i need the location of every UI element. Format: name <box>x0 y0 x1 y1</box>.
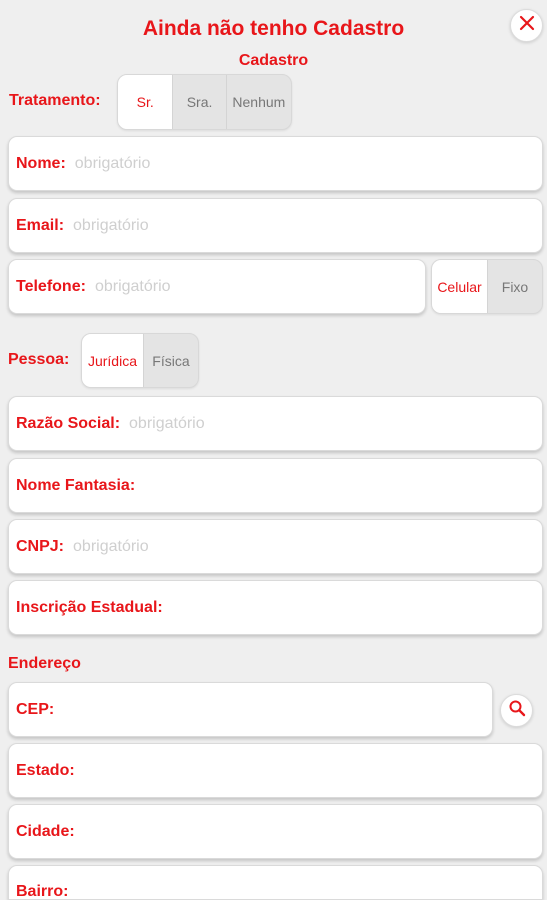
pessoa-option-juridica[interactable]: Jurídica <box>82 334 143 387</box>
page-title: Ainda não tenho Cadastro <box>142 17 405 40</box>
telefone-type-selector: Celular Fixo <box>431 259 543 314</box>
bairro-input[interactable] <box>77 881 542 899</box>
tratamento-option-nenhum[interactable]: Nenhum <box>225 75 291 129</box>
tratamento-option-sra[interactable]: Sra. <box>172 75 225 129</box>
endereco-heading: Endereço <box>8 655 81 672</box>
inscricao-estadual-input[interactable] <box>171 598 542 617</box>
pessoa-selector: Jurídica Física <box>81 333 199 388</box>
cnpj-input[interactable] <box>73 537 542 556</box>
bairro-label: Bairro: <box>16 883 69 900</box>
cnpj-field[interactable]: CNPJ: <box>8 519 543 574</box>
close-icon <box>519 15 535 36</box>
bairro-field[interactable]: Bairro: <box>8 865 543 900</box>
telefone-input[interactable] <box>94 277 425 296</box>
tratamento-option-sr[interactable]: Sr. <box>118 75 173 129</box>
telefone-field[interactable]: Telefone: <box>8 259 426 314</box>
nome-label: Nome: <box>16 154 66 172</box>
razao-social-input[interactable] <box>129 414 542 433</box>
cidade-input[interactable] <box>83 822 542 841</box>
estado-input[interactable] <box>83 761 542 780</box>
pessoa-label: Pessoa: <box>8 351 70 368</box>
cidade-label: Cidade: <box>16 822 75 840</box>
telefone-type-fixo[interactable]: Fixo <box>486 260 542 313</box>
telefone-label: Telefone: <box>16 277 86 295</box>
estado-label: Estado: <box>16 761 75 779</box>
nome-fantasia-label: Nome Fantasia: <box>16 476 136 494</box>
cep-field[interactable]: CEP: <box>8 682 493 737</box>
razao-social-field[interactable]: Razão Social: <box>8 396 543 451</box>
nome-fantasia-field[interactable]: Nome Fantasia: <box>8 458 543 513</box>
cep-search-button[interactable] <box>500 694 533 727</box>
nome-field[interactable]: Nome: <box>8 136 543 191</box>
page-subtitle: Cadastro <box>238 52 309 69</box>
search-icon <box>508 699 526 722</box>
email-input[interactable] <box>73 216 542 235</box>
tratamento-label: Tratamento: <box>9 92 101 109</box>
cep-input[interactable] <box>63 700 492 719</box>
razao-social-label: Razão Social: <box>16 414 121 432</box>
pessoa-option-fisica[interactable]: Física <box>142 334 198 387</box>
telefone-type-celular[interactable]: Celular <box>432 260 487 313</box>
cidade-field[interactable]: Cidade: <box>8 804 543 859</box>
estado-field[interactable]: Estado: <box>8 743 543 798</box>
inscricao-estadual-label: Inscrição Estadual: <box>16 598 163 616</box>
email-label: Email: <box>16 216 65 234</box>
cnpj-label: CNPJ: <box>16 537 65 555</box>
email-field[interactable]: Email: <box>8 198 543 253</box>
nome-input[interactable] <box>74 154 542 173</box>
cep-label: CEP: <box>16 700 55 718</box>
close-button[interactable] <box>510 9 543 42</box>
tratamento-selector: Sr. Sra. Nenhum <box>117 74 292 130</box>
nome-fantasia-input[interactable] <box>144 476 542 495</box>
inscricao-estadual-field[interactable]: Inscrição Estadual: <box>8 580 543 635</box>
